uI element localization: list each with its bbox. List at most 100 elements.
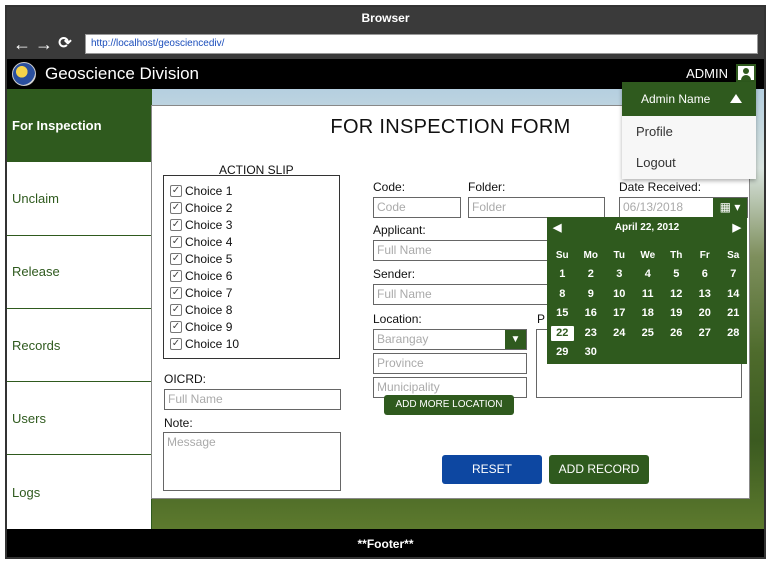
action-slip-choice[interactable]: ✓ Choice 5 [170,250,339,267]
action-slip-choice[interactable]: ✓ Choice 4 [170,233,339,250]
calendar-day[interactable]: 17 [605,304,634,324]
action-slip-choice[interactable]: ✓ Choice 7 [170,285,339,302]
action-slip-choice[interactable]: ✓ Choice 10 [170,336,339,353]
checkbox-icon[interactable]: ✓ [170,235,182,248]
calendar-day[interactable]: 5 [662,265,691,285]
address-bar: ← → ⟳ http://localhost/geosciencediv/ [7,29,764,59]
applicant-input[interactable]: Full Name [373,240,553,261]
calendar-day[interactable]: 27 [691,324,720,344]
calendar-day[interactable]: 18 [634,304,663,324]
calendar-day[interactable]: 23 [577,324,606,344]
sidebar-item-users[interactable]: Users [7,382,151,456]
barangay-select[interactable]: Barangay ▼ [373,329,527,350]
oicrd-input[interactable]: Full Name [164,389,341,410]
folder-label: Folder: [468,180,506,194]
choice-label: Choice 6 [185,269,233,284]
menu-item-profile[interactable]: Profile [622,116,756,147]
calendar-day[interactable]: 30 [577,343,606,363]
checkbox-icon[interactable]: ✓ [170,321,182,334]
sidebar: For Inspection Unclaim Release Records U… [7,89,152,529]
calendar-day[interactable]: 8 [548,285,577,305]
calendar-day[interactable]: 13 [691,285,720,305]
calendar-day[interactable]: 26 [662,324,691,344]
weekday-label: Tu [613,250,625,261]
checkbox-icon[interactable]: ✓ [170,218,182,231]
sidebar-item-records[interactable]: Records [7,309,151,383]
chevron-up-icon [730,94,742,103]
sidebar-item-release[interactable]: Release [7,236,151,309]
checkbox-icon[interactable]: ✓ [170,252,182,265]
sidebar-item-for-inspection[interactable]: For Inspection [7,89,151,163]
admin-label[interactable]: ADMIN [686,66,728,81]
reload-icon[interactable]: ⟳ [57,35,73,53]
back-arrow-icon[interactable]: ← [13,35,31,53]
calendar-day[interactable]: 1 [548,265,577,285]
checkbox-icon[interactable]: ✓ [170,184,182,197]
action-slip-choice[interactable]: ✓ Choice 9 [170,319,339,336]
add-record-button[interactable]: ADD RECORD [549,455,649,484]
calendar-day[interactable]: 2 [577,265,606,285]
calendar-day[interactable]: 16 [577,304,606,324]
admin-name-header[interactable]: Admin Name [622,82,756,116]
sidebar-item-unclaim[interactable]: Unclaim [7,162,151,236]
calendar-grid: Su Mo Tu We Th Fr Sa 1 2 3 4 5 6 7 8 9 10 11 12 13 14 15 16 17 1… [547,237,747,363]
checkbox-icon[interactable]: ✓ [170,338,182,351]
calendar-day[interactable]: 20 [691,304,720,324]
url-input[interactable]: http://localhost/geosciencediv/ [85,34,758,54]
partial-field-label: P [537,312,546,326]
checkbox-icon[interactable]: ✓ [170,304,182,317]
reset-button[interactable]: RESET [442,455,542,484]
next-month-icon[interactable]: ▶ [733,221,741,234]
action-slip-box: ✓ Choice 1 ✓ Choice 2 ✓ Choice 3 ✓ Choice 4 ✓ Cho… [163,175,340,359]
note-textarea[interactable]: Message [163,432,341,491]
date-received-input[interactable]: 06/13/2018 ▦ ▾ [619,197,748,218]
checkbox-icon[interactable]: ✓ [170,287,182,300]
calendar-day[interactable]: 19 [662,304,691,324]
folder-input[interactable]: Folder [468,197,605,218]
calendar-day[interactable]: 11 [634,285,663,305]
calendar-day[interactable]: 21 [719,304,748,324]
action-slip-choice[interactable]: ✓ Choice 3 [170,216,339,233]
weekday-label: Mo [583,250,598,261]
action-slip-choice[interactable]: ✓ Choice 1 [170,182,339,199]
calendar-day[interactable]: 15 [548,304,577,324]
code-label: Code: [373,180,406,194]
calendar-day[interactable]: 14 [719,285,748,305]
calendar-day[interactable]: 4 [634,265,663,285]
sidebar-item-logs[interactable]: Logs [7,455,151,528]
calendar-day[interactable]: 9 [577,285,606,305]
note-label: Note: [164,416,193,430]
calendar-icon[interactable]: ▦ ▾ [713,198,747,217]
code-input[interactable]: Code [373,197,461,218]
calendar-day[interactable]: 24 [605,324,634,344]
browser-title: Browser [7,7,764,29]
calendar-day[interactable]: 10 [605,285,634,305]
date-received-value: 06/13/2018 [623,200,684,214]
checkbox-icon[interactable]: ✓ [170,270,182,283]
calendar-day-selected[interactable]: 22 [551,325,574,342]
menu-item-logout[interactable]: Logout [622,147,756,178]
prev-month-icon[interactable]: ◀ [553,221,561,234]
forward-arrow-icon[interactable]: → [35,35,53,53]
checkbox-icon[interactable]: ✓ [170,201,182,214]
calendar-day[interactable]: 29 [548,343,577,363]
calendar-day[interactable]: 12 [662,285,691,305]
action-slip-choice[interactable]: ✓ Choice 8 [170,302,339,319]
date-picker-popup: ◀ April 22, 2012 ▶ Su Mo Tu We Th Fr Sa 1 2 3 4 5 6 7… [547,217,747,364]
calendar-day[interactable]: 7 [719,265,748,285]
action-slip-choice[interactable]: ✓ Choice 6 [170,267,339,284]
app-title: Geoscience Division [45,64,200,83]
chevron-down-icon[interactable]: ▼ [505,330,526,349]
add-more-location-button[interactable]: ADD MORE LOCATION [384,395,514,415]
sender-input[interactable]: Full Name [373,284,553,305]
action-slip-choice[interactable]: ✓ Choice 2 [170,199,339,216]
choice-label: Choice 4 [185,234,233,249]
calendar-day[interactable]: 6 [691,265,720,285]
calendar-day[interactable]: 3 [605,265,634,285]
province-input[interactable]: Province [373,353,527,374]
calendar-day[interactable]: 25 [634,324,663,344]
footer: **Footer** [7,529,764,557]
user-avatar-icon[interactable] [736,64,756,82]
calendar-day[interactable]: 28 [719,324,748,344]
choice-label: Choice 8 [185,303,233,318]
